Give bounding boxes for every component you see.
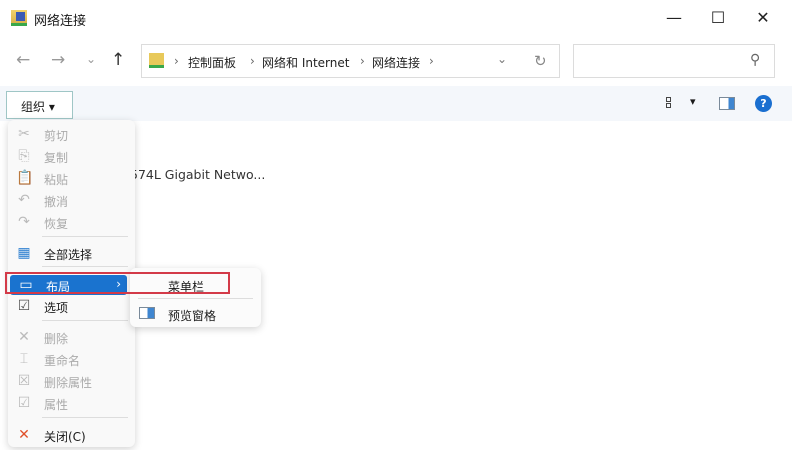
organize-button[interactable]: 组织 ▾ [6,91,73,119]
menu-separator [42,417,128,418]
menu-item-label: 粘贴 [44,173,69,187]
breadcrumb-separator: › [174,54,179,68]
delete-icon: ✕ [18,329,30,345]
window-title: 网络连接 [34,14,87,29]
rename-icon: ⌶ [19,351,29,367]
breadcrumb-control-panel[interactable]: 控制面板 [188,54,236,71]
menu-item-label: 撤消 [44,195,69,209]
redo-icon: ↷ [18,214,30,230]
menu-item-redo: ↷ 恢复 [8,212,135,232]
help-button[interactable]: ? [755,95,772,112]
address-location-icon [149,53,164,68]
remove-properties-icon: ☒ [17,373,31,389]
network-adapter-item[interactable]: 574L Gigabit Netwo... [130,167,265,182]
menu-separator [42,266,128,267]
properties-icon: ☑ [17,395,31,411]
back-button[interactable]: ← [16,50,30,70]
view-dropdown-icon[interactable]: ▾ [690,95,696,108]
copy-icon: ⎘ [18,148,30,164]
menu-item-label: 全部选择 [44,248,93,262]
menu-item-delete: ✕ 删除 [8,327,135,347]
menu-item-cut: ✂ 剪切 [8,124,135,144]
menu-item-label: 剪切 [44,129,69,143]
breadcrumb-network-connections[interactable]: 网络连接 [372,54,420,71]
menu-separator [42,236,128,237]
menu-separator [42,320,128,321]
breadcrumb-separator: › [429,54,434,68]
menu-item-label: 选项 [44,301,69,315]
submenu-item-preview-pane[interactable]: 预览窗格 [130,304,261,324]
search-input[interactable]: ⚲ [573,44,775,78]
close-icon: ✕ [18,427,30,443]
menu-item-options[interactable]: ☑ 选项 [8,296,135,316]
select-all-icon: ▦ [17,245,31,261]
up-button[interactable]: ↑ [111,50,125,70]
menu-item-paste: 📋 粘贴 [8,168,135,188]
menu-item-copy: ⎘ 复制 [8,146,135,166]
menu-item-remove-properties: ☒ 删除属性 [8,371,135,391]
undo-icon: ↶ [18,192,30,208]
minimize-button[interactable]: — [659,8,689,30]
menu-item-label: 删除属性 [44,376,93,390]
refresh-icon[interactable]: ↻ [534,52,547,70]
menu-item-label: 恢复 [44,217,69,231]
breadcrumb-network-internet[interactable]: 网络和 Internet [262,54,349,71]
forward-button[interactable]: → [51,50,65,70]
menu-item-label: 关闭(C) [44,430,86,444]
command-bar: ▾ ? [0,86,792,121]
submenu-separator [138,298,253,299]
preview-pane-toggle-icon[interactable] [719,97,735,110]
clipboard-icon: 📋 [16,170,34,186]
menu-item-properties: ☑ 属性 [8,393,135,413]
options-icon: ☑ [17,298,31,314]
app-icon [11,10,27,26]
menu-item-label: 删除 [44,332,69,346]
menu-item-undo: ↶ 撤消 [8,190,135,210]
preview-pane-icon [139,307,155,319]
breadcrumb-separator: › [250,54,255,68]
menu-item-label: 复制 [44,151,69,165]
view-icon[interactable] [666,97,678,109]
breadcrumb-separator: › [360,54,365,68]
search-icon: ⚲ [750,52,761,68]
close-button[interactable]: ✕ [748,8,778,30]
menu-item-select-all[interactable]: ▦ 全部选择 [8,243,135,263]
maximize-button[interactable]: ☐ [703,8,733,30]
menu-item-close[interactable]: ✕ 关闭(C) [8,425,135,445]
preview-pane-label: 预览窗格 [168,309,217,323]
menu-item-label: 重命名 [44,354,81,368]
scissors-icon: ✂ [18,126,30,142]
annotation-highlight-box [5,272,230,294]
address-dropdown-icon[interactable]: ⌄ [497,52,507,66]
menu-item-rename: ⌶ 重命名 [8,349,135,369]
address-bar[interactable]: › 控制面板 › 网络和 Internet › 网络连接 › ⌄ ↻ [141,44,560,78]
recent-locations-button[interactable]: ⌄ [86,52,96,66]
menu-item-label: 属性 [44,398,69,412]
